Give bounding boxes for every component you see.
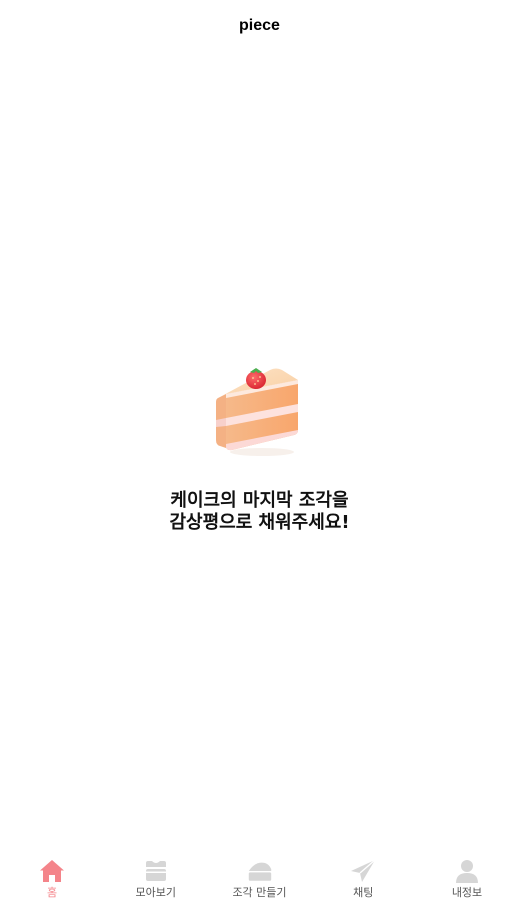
cake-box-icon: [142, 857, 170, 885]
tab-chat[interactable]: 채팅: [313, 857, 413, 900]
tab-my-info-label: 내정보: [451, 886, 483, 899]
app-screen: piece 케이크의 마지막 조각을 감상평으로 채워주세요! 홈 모아보기 조…: [0, 0, 519, 913]
cake-piece-icon: [246, 857, 274, 885]
tab-collection-label: 모아보기: [135, 886, 176, 899]
tab-my-info[interactable]: 내정보: [417, 857, 517, 900]
tab-home[interactable]: 홈: [2, 857, 102, 900]
paper-plane-icon: [349, 857, 377, 885]
cake-slice-icon: [215, 368, 298, 456]
page-title: piece: [239, 17, 280, 34]
empty-message: 케이크의 마지막 조각을 감상평으로 채워주세요!: [169, 490, 349, 534]
tab-collection[interactable]: 모아보기: [106, 857, 206, 900]
bottom-tab-bar: 홈 모아보기 조각 만들기 채팅 내정보: [0, 857, 519, 913]
empty-message-line-2: 감상평으로 채워주세요!: [169, 512, 350, 533]
tab-create-piece[interactable]: 조각 만들기: [210, 857, 310, 900]
person-icon: [453, 857, 481, 885]
tab-chat-label: 채팅: [353, 886, 374, 899]
top-header: piece: [0, 0, 519, 50]
empty-message-line-1: 케이크의 마지막 조각을: [170, 490, 349, 511]
empty-state: 케이크의 마지막 조각을 감상평으로 채워주세요!: [0, 360, 519, 534]
home-icon: [38, 857, 66, 885]
tab-create-piece-label: 조각 만들기: [232, 886, 287, 899]
tab-home-label: 홈: [46, 886, 58, 899]
